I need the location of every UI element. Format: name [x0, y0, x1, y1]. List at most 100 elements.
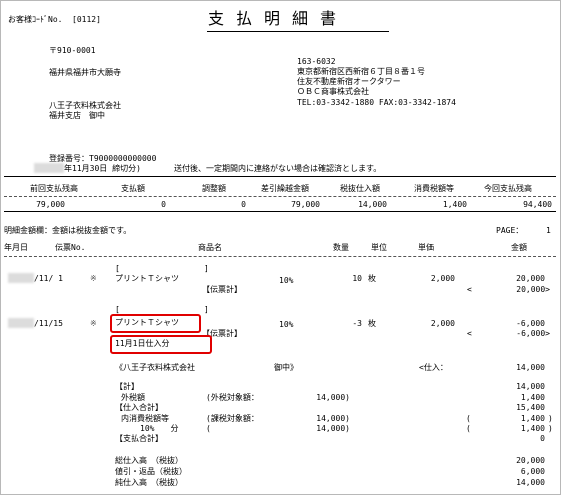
summary-header-carryover: 差引繰越金額	[261, 184, 309, 193]
row2-price: 2,000	[430, 319, 455, 328]
footer-payment-total-label: 【支払合計】	[115, 434, 163, 443]
row2-tax-rate: 10%	[279, 320, 294, 329]
row2-mark: ※	[90, 319, 97, 328]
footer-gross-purchase-label: 総仕入高 （税抜）	[115, 456, 183, 465]
footer-ext-tax-basis-label: (外税対象額：	[206, 393, 259, 402]
detail-note: 明細金額欄：金額は税抜金額です。	[4, 226, 132, 235]
row1-tax-rate: 10%	[279, 276, 294, 285]
column-date: 年月日	[4, 243, 28, 252]
row2-date: /11/15	[34, 319, 63, 328]
sender-address1: 東京都新宿区西新宿６丁目８番１号	[297, 67, 425, 76]
summary-header-prev-balance: 前回支払残高	[30, 184, 78, 193]
footer-rate-paren: (	[206, 424, 211, 433]
row1-bracket-open: [	[115, 264, 120, 273]
row1-mark: ※	[90, 274, 97, 283]
footer-int-tax-basis-value: 14,000)	[316, 414, 350, 423]
row1-bracket-close: ]	[204, 264, 209, 273]
footer-int-tax-label: 内消費税額等	[121, 414, 169, 423]
footer-rate-open: (	[466, 424, 471, 433]
footer-purchase-value: 14,000	[516, 363, 545, 372]
customer-code-label: お客様ｺｰﾄﾞNo.	[8, 15, 63, 24]
sender-tel-fax: TEL:03-3342-1880 FAX:03-3342-1874	[297, 98, 456, 107]
summary-header-rule	[4, 196, 556, 197]
customer-code: [0112]	[72, 15, 101, 24]
footer-int-tax-open: (	[466, 414, 471, 423]
row1-slip-total-open: <	[467, 285, 472, 294]
row1-redacted-year	[8, 273, 34, 283]
footer-rate-close: )	[548, 424, 553, 433]
note-highlight-box	[110, 335, 212, 354]
row2-qty: -3	[352, 319, 362, 328]
recipient-branch: 福井支店 御中	[49, 111, 105, 120]
footer-gross-purchase-value: 20,000	[516, 456, 545, 465]
row1-date: /11/ 1	[34, 274, 63, 283]
row1-amount: 20,000	[516, 274, 545, 283]
footer-purchase-total-value: 15,400	[516, 403, 545, 412]
footer-int-tax-value: 1,400	[520, 414, 545, 423]
footer-ext-tax-label: 外税額	[121, 393, 145, 402]
footer-purchase-label: <仕入：	[419, 363, 448, 372]
column-unit: 単位	[371, 243, 387, 252]
footer-net-purchase-value: 14,000	[516, 478, 545, 487]
sender-postal: 163-6032	[297, 57, 336, 66]
footer-purchase-total-label: 【仕入合計】	[115, 403, 163, 412]
column-amount: 金額	[511, 243, 527, 252]
closing-note: 送付後、一定期間内に連絡がない場合は確認済とします。	[174, 164, 382, 173]
summary-bottom-rule	[4, 211, 556, 212]
recipient-postal: 〒910-0001	[49, 46, 96, 55]
row2-bracket-close: ]	[204, 305, 209, 314]
column-slip: 伝票No.	[55, 243, 86, 252]
recipient-address: 福井県福井市大願寺	[49, 68, 121, 77]
page-label: PAGE：	[496, 226, 524, 235]
summary-tax: 1,400	[442, 200, 467, 209]
summary-header-payment: 支払額	[121, 184, 145, 193]
row1-price: 2,000	[430, 274, 455, 283]
sender-company: ＯＢＣ商事株式会社	[297, 87, 369, 96]
summary-header-tax: 消費税額等	[414, 184, 454, 193]
footer-net-purchase-label: 純仕入高 （税抜）	[115, 478, 183, 487]
summary-current-balance: 94,400	[523, 200, 552, 209]
sender-address2: 住友不動産新宿オークタワー	[297, 77, 401, 86]
footer-total-value: 14,000	[516, 382, 545, 391]
footer-ext-tax-value: 1,400	[520, 393, 545, 402]
closing-date: 年11月30日 締切分)	[64, 164, 141, 173]
row1-product: プリントＴシャツ	[115, 274, 179, 283]
summary-top-rule	[4, 176, 556, 177]
summary-adjustment: 0	[241, 200, 246, 209]
row2-slip-total: -6,000>	[516, 329, 550, 338]
row2-amount: -6,000	[516, 319, 545, 328]
product-highlight-box	[110, 314, 201, 333]
row1-slip-total: 20,000>	[516, 285, 550, 294]
title-underline	[207, 31, 389, 32]
footer-total-label: 【計】	[115, 382, 139, 391]
footer-ext-tax-basis-value: 14,000)	[316, 393, 350, 402]
footer-payment-total-value: 0	[540, 434, 545, 443]
column-qty: 数量	[333, 243, 349, 252]
detail-header-rule	[4, 256, 556, 257]
registration-number: 登録番号：T9000000000000	[49, 154, 157, 163]
summary-prev-balance: 79,000	[36, 200, 65, 209]
row1-slip-total-label: 【伝票計】	[202, 285, 242, 294]
column-price: 単価	[418, 243, 434, 252]
page-number: 1	[546, 226, 551, 235]
summary-carryover: 79,000	[291, 200, 320, 209]
row1-qty: 10	[352, 274, 362, 283]
summary-header-purchase: 税抜仕入額	[340, 184, 380, 193]
footer-rate-label: 10% 分	[140, 424, 179, 433]
row2-redacted-year	[8, 318, 34, 328]
summary-header-current-balance: 今回支払残高	[484, 184, 532, 193]
footer-discount-value: 6,000	[520, 467, 545, 476]
footer-honorific: 御中》	[274, 363, 298, 372]
footer-discount-label: 値引・返品（税抜）	[115, 467, 187, 476]
document-title: 支払明細書	[208, 9, 349, 28]
row2-unit: 枚	[368, 319, 376, 328]
column-product: 商品名	[198, 243, 222, 252]
summary-purchase: 14,000	[358, 200, 387, 209]
footer-int-tax-basis-label: (課税対象額：	[206, 414, 259, 423]
summary-payment: 0	[161, 200, 166, 209]
footer-rate-basis-value: 14,000)	[316, 424, 350, 433]
footer-rate-value: 1,400	[520, 424, 545, 433]
row1-unit: 枚	[368, 274, 376, 283]
recipient-company: 八王子衣料株式会社	[49, 101, 121, 110]
footer-party: 《八王子衣料株式会社	[115, 363, 195, 372]
